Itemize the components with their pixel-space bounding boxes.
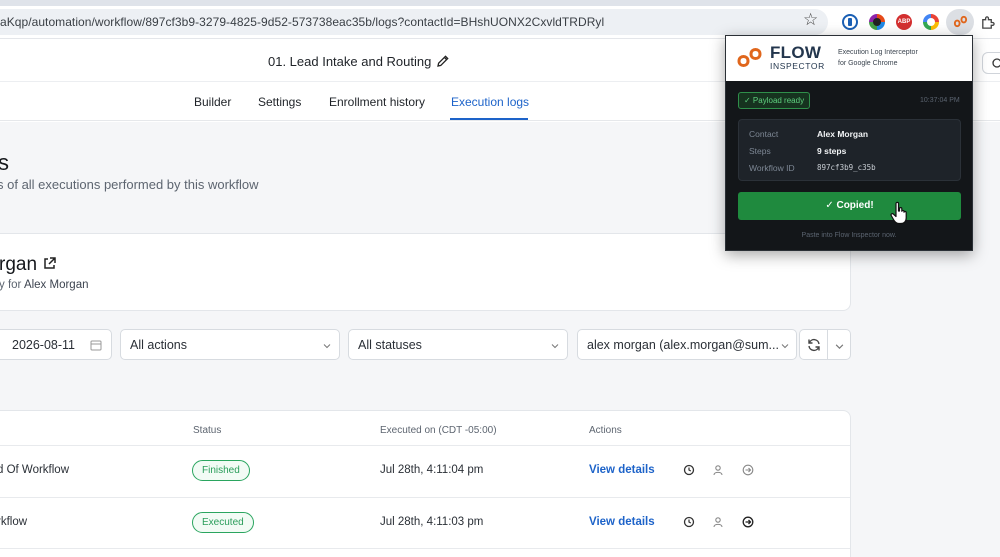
chevron-down-icon — [835, 344, 844, 349]
popup-footer-hint: Paste into Flow Inspector now. — [801, 232, 897, 239]
flow-inspector-popup: FLOW INSPECTOR Execution Log Interceptor… — [725, 35, 973, 251]
refresh-icon — [808, 338, 820, 352]
column-header-status: Status — [193, 425, 222, 436]
flow-inspector-extension-button[interactable] — [946, 9, 974, 35]
chrome-color-icon[interactable] — [923, 14, 939, 30]
contact-label: Contact — [749, 129, 779, 139]
table-cell-executed-on: Jul 28th, 4:11:04 pm — [380, 464, 484, 476]
contact-filter-value: alex morgan (alex.morgan@sum... — [587, 338, 779, 352]
column-header-actions: Actions — [589, 425, 622, 436]
popup-header: FLOW INSPECTOR Execution Log Interceptor… — [726, 36, 972, 81]
adblock-icon[interactable]: ABP — [896, 14, 912, 30]
page-title: s — [0, 150, 9, 175]
date-value: 2026-08-11 — [12, 338, 76, 352]
flow-inspector-logo-icon — [737, 48, 762, 67]
hand-cursor-icon — [890, 201, 907, 225]
workflow-id-value: 897cf3b9_c35b — [817, 163, 876, 172]
workflow-title: 01. Lead Intake and Routing — [268, 54, 432, 69]
table-divider — [0, 445, 850, 446]
workflow-id-label: Workflow ID — [749, 163, 795, 173]
contact-name: rgan — [0, 254, 38, 275]
search-button[interactable] — [982, 52, 1000, 74]
table-cell-action: rkflow — [0, 516, 28, 528]
status-badge: Finished — [192, 460, 250, 481]
contact-subtitle-prefix: y for — [0, 279, 22, 291]
puzzle-extensions-icon[interactable] — [980, 15, 995, 30]
contact-value: Alex Morgan — [817, 129, 869, 139]
address-bar[interactable]: aKqp/automation/workflow/897cf3b9-3279-4… — [0, 9, 828, 35]
actions-filter[interactable]: All actions — [120, 329, 340, 360]
table-cell-executed-on: Jul 28th, 4:11:03 pm — [380, 516, 484, 528]
pencil-edit-icon[interactable] — [436, 54, 450, 68]
date-picker[interactable]: 2026-08-11 — [0, 329, 112, 360]
statuses-filter-value: All statuses — [358, 338, 422, 352]
payload-info-box: Contact Alex Morgan Steps 9 steps Workfl… — [738, 119, 961, 181]
chevron-down-icon — [323, 344, 331, 349]
history-icon[interactable] — [683, 464, 695, 476]
page-subtitle: s of all executions performed by this wo… — [0, 177, 259, 192]
star-icon[interactable]: ☆ — [803, 10, 818, 30]
flow-inspector-icon — [953, 15, 968, 28]
tab-settings[interactable]: Settings — [258, 95, 301, 109]
address-url[interactable]: aKqp/automation/workflow/897cf3b9-3279-4… — [0, 15, 604, 29]
table-divider — [0, 497, 850, 498]
color-picker-icon[interactable] — [869, 14, 885, 30]
status-badge: Executed — [192, 512, 254, 533]
executions-table: Status Executed on (CDT -05:00) Actions … — [0, 410, 851, 557]
contact-filter[interactable]: alex morgan (alex.morgan@sum... — [577, 329, 797, 360]
password-manager-icon[interactable] — [842, 14, 858, 30]
contact-subtitle-name: Alex Morgan — [23, 279, 89, 291]
payload-ready-badge: ✓ Payload ready — [738, 92, 811, 109]
table-divider — [0, 548, 850, 549]
contact-subtitle: y for Alex Morgan — [0, 279, 89, 291]
steps-value: 9 steps — [817, 146, 847, 156]
search-icon — [992, 58, 1000, 68]
user-icon[interactable] — [712, 516, 724, 528]
refresh-button[interactable] — [799, 329, 828, 360]
popup-tagline: Execution Log Interceptor — [838, 49, 918, 56]
calendar-icon — [90, 340, 102, 351]
external-link-icon[interactable] — [42, 256, 57, 271]
brand-subname: INSPECTOR — [770, 61, 825, 71]
tab-execution-logs[interactable]: Execution logs — [451, 95, 529, 109]
view-details-link[interactable]: View details — [589, 464, 655, 476]
view-details-link[interactable]: View details — [589, 516, 655, 528]
steps-label: Steps — [749, 146, 771, 156]
statuses-filter[interactable]: All statuses — [348, 329, 568, 360]
brand-name: FLOW — [770, 43, 822, 62]
copy-payload-button[interactable]: ✓ Copied! — [738, 192, 961, 220]
refresh-options-button[interactable] — [828, 329, 851, 360]
skip-step-icon[interactable] — [742, 516, 754, 528]
tab-enrollment-history[interactable]: Enrollment history — [329, 95, 425, 109]
contact-card: rgan y for Alex Morgan — [0, 233, 851, 311]
history-icon[interactable] — [683, 516, 695, 528]
column-header-executed-on: Executed on (CDT -05:00) — [380, 425, 497, 436]
skip-step-icon[interactable] — [742, 464, 754, 476]
popup-timestamp: 10:37:04 PM — [920, 97, 960, 104]
user-icon[interactable] — [712, 464, 724, 476]
active-tab-indicator — [450, 118, 528, 120]
chevron-down-icon — [781, 344, 789, 349]
popup-tagline-secondary: for Google Chrome — [838, 60, 898, 67]
chevron-down-icon — [551, 344, 559, 349]
tab-builder[interactable]: Builder — [194, 95, 231, 109]
table-cell-action: d Of Workflow — [0, 464, 69, 476]
actions-filter-value: All actions — [130, 338, 187, 352]
